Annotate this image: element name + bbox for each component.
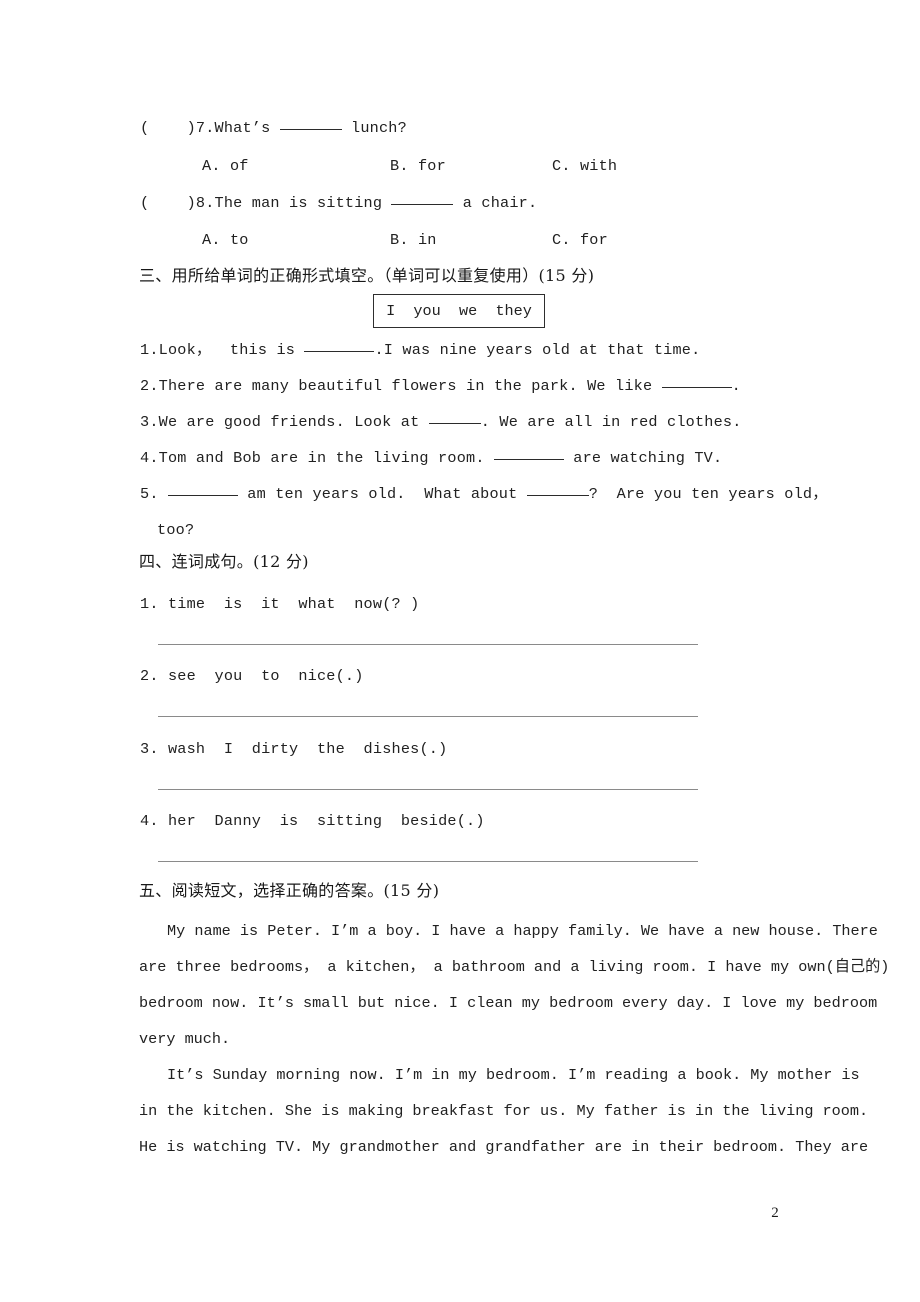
reorder-item-3-words: wash I dirty the dishes(.)	[167, 740, 448, 758]
reorder-item-4-words: her Danny is sitting beside(.)	[167, 812, 485, 830]
fill-item-5-blank-2	[526, 495, 589, 496]
reorder-item-2-words: see you to nice(.)	[167, 667, 364, 685]
fill-item-2-number: 2.	[140, 377, 159, 395]
reorder-item-2-number: 2.	[140, 667, 159, 685]
reorder-answer-line-3[interactable]	[158, 789, 698, 790]
reorder-item-3-number: 3.	[140, 740, 159, 758]
fill-item-1-text-b: .I was nine years old at that time.	[374, 341, 701, 359]
question-8-stem: ( )8.The man is sitting a chair.	[140, 193, 537, 213]
fill-item-1-text-a: Look， this is	[158, 341, 305, 359]
question-8-text-after: a chair.	[453, 194, 538, 212]
question-8-option-b[interactable]: B. in	[390, 230, 437, 250]
fill-item-5-wrap: too?	[157, 521, 195, 539]
fill-item-5-text-a	[159, 485, 168, 503]
fill-item-5-text-c: ? Are you ten years old，	[588, 485, 828, 503]
page-number: 2	[771, 1205, 779, 1221]
question-7-option-a[interactable]: A. of	[202, 156, 249, 176]
reorder-answer-line-4[interactable]	[158, 861, 698, 862]
reorder-answer-line-1[interactable]	[158, 644, 698, 645]
section-three-heading: 三、用所给单词的正确形式填空。（单词可以重复使用）(15 分)	[139, 266, 595, 285]
fill-item-2-blank	[661, 387, 732, 388]
fill-item-1-blank	[304, 351, 375, 352]
fill-item-3-number: 3.	[140, 413, 159, 431]
reorder-item-2: 2. see you to nice(.)	[140, 666, 364, 686]
reorder-item-4: 4. her Danny is sitting beside(.)	[140, 811, 485, 831]
question-7-text-after: lunch?	[341, 119, 407, 137]
question-8-marker: ( )8.	[140, 194, 215, 212]
question-7-blank	[279, 129, 342, 130]
passage-p2-line-2: in the kitchen. She is making breakfast …	[139, 1102, 869, 1120]
passage-p2-line-3: He is watching TV. My grandmother and gr…	[139, 1138, 869, 1156]
section-four-heading: 四、连词成句。(12 分)	[139, 552, 309, 571]
fill-item-5: 5. am ten years old. What about ? Are yo…	[140, 484, 828, 504]
section-five-heading: 五、阅读短文，选择正确的答案。(15 分)	[139, 881, 440, 900]
fill-item-2-text-a: There are many beautiful flowers in the …	[158, 377, 662, 395]
question-8-blank	[391, 204, 454, 205]
reorder-item-1: 1. time is it what now(? )	[140, 594, 419, 614]
fill-item-4: 4.Tom and Bob are in the living room. ar…	[140, 448, 722, 468]
question-7-option-b[interactable]: B. for	[390, 156, 446, 176]
reorder-answer-line-2[interactable]	[158, 716, 698, 717]
question-7-option-c[interactable]: C. with	[552, 156, 617, 176]
fill-item-2-text-b: .	[731, 377, 741, 395]
fill-item-5-text-b: am ten years old. What about	[237, 485, 527, 503]
fill-item-5-number: 5.	[140, 485, 159, 503]
question-7-stem: ( )7.What’s lunch?	[140, 118, 407, 138]
word-bank-box: I you we they	[373, 294, 545, 328]
reorder-item-1-words: time is it what now(? )	[167, 595, 420, 613]
exam-page: ( )7.What’s lunch? A. of B. for C. with …	[0, 0, 920, 1302]
passage-p1-line-1: My name is Peter. I’m a boy. I have a ha…	[167, 922, 878, 940]
reorder-item-4-number: 4.	[140, 812, 159, 830]
fill-item-4-text-b: are watching TV.	[563, 449, 723, 467]
fill-item-3-text-a: We are good friends. Look at	[158, 413, 429, 431]
fill-item-3: 3.We are good friends. Look at . We are …	[140, 412, 742, 432]
passage-p1-line-4: very much.	[139, 1030, 231, 1048]
question-8-option-c[interactable]: C. for	[552, 230, 608, 250]
fill-item-2: 2.There are many beautiful flowers in th…	[140, 376, 741, 396]
fill-item-5-blank-1	[167, 495, 238, 496]
word-bank-words: I you we they	[386, 302, 532, 320]
question-8-option-a[interactable]: A. to	[202, 230, 249, 250]
passage-p1-line-3: bedroom now. It’s small but nice. I clea…	[139, 994, 878, 1012]
fill-item-1: 1.Look， this is .I was nine years old at…	[140, 340, 700, 360]
fill-item-3-text-b: . We are all in red clothes.	[480, 413, 742, 431]
reorder-item-1-number: 1.	[140, 595, 159, 613]
fill-item-4-text-a: Tom and Bob are in the living room.	[158, 449, 494, 467]
fill-item-4-blank	[493, 459, 564, 460]
fill-item-3-blank	[428, 423, 481, 424]
passage-p2-line-1: It’s Sunday morning now. I’m in my bedro…	[167, 1066, 860, 1084]
fill-item-1-number: 1.	[140, 341, 159, 359]
reorder-item-3: 3. wash I dirty the dishes(.)	[140, 739, 447, 759]
question-7-marker: ( )7.	[140, 119, 215, 137]
question-7-text-before: What’s	[214, 119, 280, 137]
fill-item-4-number: 4.	[140, 449, 159, 467]
question-8-text-before: The man is sitting	[214, 194, 392, 212]
passage-p1-line-2: are three bedrooms， a kitchen， a bathroo…	[139, 958, 890, 976]
